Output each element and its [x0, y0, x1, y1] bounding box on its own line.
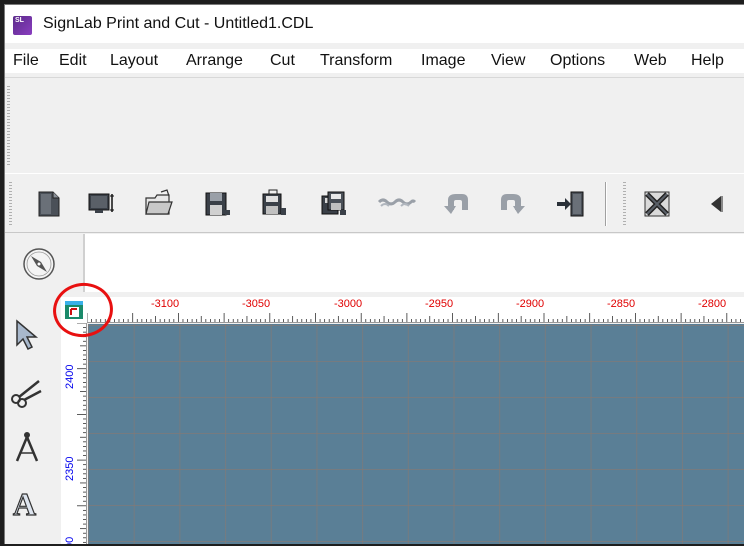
select-arrow-icon[interactable] — [9, 317, 45, 353]
workspace: A -3100 -3050 -3000 -2950 -2900 -2850 -2… — [5, 295, 744, 544]
scissors-icon[interactable] — [9, 373, 45, 409]
save-all-icon[interactable] — [318, 188, 350, 220]
save-as-icon[interactable] — [257, 188, 289, 220]
ruler-h-label: -2850 — [607, 298, 636, 310]
ruler-h-label: -2900 — [516, 298, 545, 310]
compass-draw-icon[interactable] — [9, 429, 45, 465]
menu-view[interactable]: View — [491, 52, 525, 70]
menu-help[interactable]: Help — [691, 52, 724, 70]
main-toolbar-grip[interactable] — [9, 182, 12, 226]
app-icon-text: SL — [15, 17, 24, 24]
ruler-v-label: 2400 — [64, 364, 76, 389]
redo-icon[interactable] — [495, 188, 527, 220]
vertical-ruler[interactable]: 2400 2350 00 — [61, 323, 87, 544]
cut-marks-icon[interactable] — [641, 188, 673, 220]
second-toolbar-grip[interactable] — [623, 182, 626, 226]
open-screen-icon[interactable] — [85, 188, 117, 220]
menu-arrange[interactable]: Arrange — [186, 52, 243, 70]
exit-icon[interactable] — [555, 188, 587, 220]
undo-icon[interactable] — [442, 188, 474, 220]
menu-image[interactable]: Image — [421, 52, 465, 70]
svg-text:A: A — [13, 486, 36, 521]
toolbar-grip[interactable] — [7, 86, 10, 166]
tool-palette: A — [5, 295, 60, 544]
design-canvas[interactable] — [88, 324, 744, 544]
horizontal-ruler[interactable]: -3100 -3050 -3000 -2950 -2900 -2850 -280… — [87, 297, 744, 323]
menu-web[interactable]: Web — [634, 52, 667, 70]
save-icon[interactable] — [201, 188, 233, 220]
ruler-h-label: -2800 — [698, 298, 727, 310]
menu-options[interactable]: Options — [550, 52, 605, 70]
property-panel — [85, 234, 744, 292]
toolbar-separator — [605, 182, 607, 226]
menu-file[interactable]: File — [13, 52, 39, 70]
toolbar-area-empty — [5, 77, 744, 173]
menu-edit[interactable]: Edit — [59, 52, 87, 70]
vertical-ruler-ticks — [77, 323, 86, 543]
horizontal-ruler-ticks — [87, 313, 741, 322]
compass-icon[interactable] — [21, 246, 57, 282]
new-document-icon[interactable] — [33, 188, 65, 220]
app-window: SL SignLab Print and Cut - Untitled1.CDL… — [4, 4, 744, 544]
open-folder-icon[interactable] — [143, 188, 175, 220]
text-tool-icon[interactable]: A — [9, 485, 45, 521]
property-bar — [5, 234, 744, 292]
arrow-left-icon[interactable] — [707, 188, 727, 220]
ruler-h-label: -3050 — [242, 298, 271, 310]
ruler-v-label: 2350 — [64, 456, 76, 481]
ruler-h-label: -2950 — [425, 298, 454, 310]
ruler-h-label: -3100 — [151, 298, 180, 310]
ruler-v-label: 00 — [64, 536, 76, 544]
ruler-h-label: -3000 — [334, 298, 363, 310]
link-icon[interactable] — [377, 188, 417, 220]
menu-transform[interactable]: Transform — [320, 52, 392, 70]
main-toolbar — [5, 173, 744, 233]
window-title: SignLab Print and Cut - Untitled1.CDL — [43, 15, 314, 32]
menu-cut[interactable]: Cut — [270, 52, 295, 70]
menu-layout[interactable]: Layout — [110, 52, 158, 70]
signlab-app-icon[interactable]: SL — [13, 16, 32, 35]
menu-bar: File Edit Layout Arrange Cut Transform I… — [5, 49, 744, 73]
title-bar: SL SignLab Print and Cut - Untitled1.CDL — [5, 5, 744, 43]
